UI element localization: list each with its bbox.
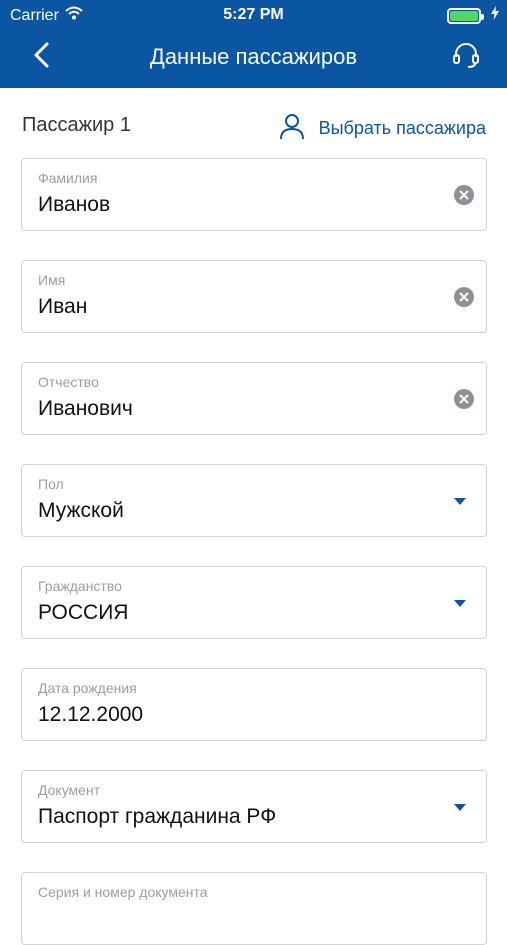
page-title: Данные пассажиров xyxy=(149,44,358,69)
choose-passenger-label: Выбрать пассажира xyxy=(318,118,486,138)
field-label: Пол xyxy=(38,476,64,492)
field-value: Паспорт гражданина РФ xyxy=(38,805,277,828)
passenger-header: Пассажир 1 Выбрать пассажира xyxy=(22,112,486,142)
battery-icon xyxy=(447,7,484,24)
citizenship-select[interactable]: Гражданство РОССИЯ xyxy=(21,566,487,639)
charging-icon xyxy=(491,6,499,25)
field-label: Документ xyxy=(38,782,101,798)
field-value[interactable]: Иван xyxy=(38,295,87,319)
last-name-field[interactable]: Фамилия Иванов xyxy=(21,158,487,231)
field-label: Дата рождения xyxy=(38,680,137,696)
status-right xyxy=(447,6,499,25)
field-label: Имя xyxy=(38,272,66,288)
document-number-field[interactable]: Серия и номер документа xyxy=(21,872,487,945)
clear-icon[interactable] xyxy=(454,287,474,307)
clear-icon[interactable] xyxy=(454,185,474,205)
field-value[interactable]: Иванов xyxy=(38,193,110,217)
headset-icon xyxy=(451,43,481,74)
first-name-field[interactable]: Имя Иван xyxy=(21,260,487,333)
user-icon xyxy=(279,112,305,145)
status-bar: Carrier 5:27 PM xyxy=(0,0,507,30)
passenger-title: Пассажир 1 xyxy=(22,114,131,136)
field-label: Отчество xyxy=(38,374,99,390)
choose-passenger-button[interactable]: Выбрать пассажира xyxy=(279,112,486,145)
field-label: Серия и номер документа xyxy=(38,884,208,900)
field-label: Гражданство xyxy=(38,578,122,594)
field-label: Фамилия xyxy=(38,170,98,186)
chevron-down-icon[interactable] xyxy=(454,498,466,505)
chevron-down-icon[interactable] xyxy=(454,600,466,607)
field-value[interactable]: 12.12.2000 xyxy=(38,703,143,727)
navigation-bar: Данные пассажиров xyxy=(0,30,507,88)
support-button[interactable] xyxy=(451,40,481,70)
gender-select[interactable]: Пол Мужской xyxy=(21,464,487,537)
document-type-select[interactable]: Документ Паспорт гражданина РФ xyxy=(21,770,487,843)
app-header: Carrier 5:27 PM Данные пассажиров xyxy=(0,0,507,88)
clear-icon[interactable] xyxy=(454,389,474,409)
field-value[interactable]: Иванович xyxy=(38,397,133,421)
patronymic-field[interactable]: Отчество Иванович xyxy=(21,362,487,435)
chevron-down-icon[interactable] xyxy=(454,804,466,811)
birth-date-field[interactable]: Дата рождения 12.12.2000 xyxy=(21,668,487,741)
status-time: 5:27 PM xyxy=(223,6,284,23)
field-value: Мужской xyxy=(38,499,124,522)
field-value: РОССИЯ xyxy=(38,601,129,624)
